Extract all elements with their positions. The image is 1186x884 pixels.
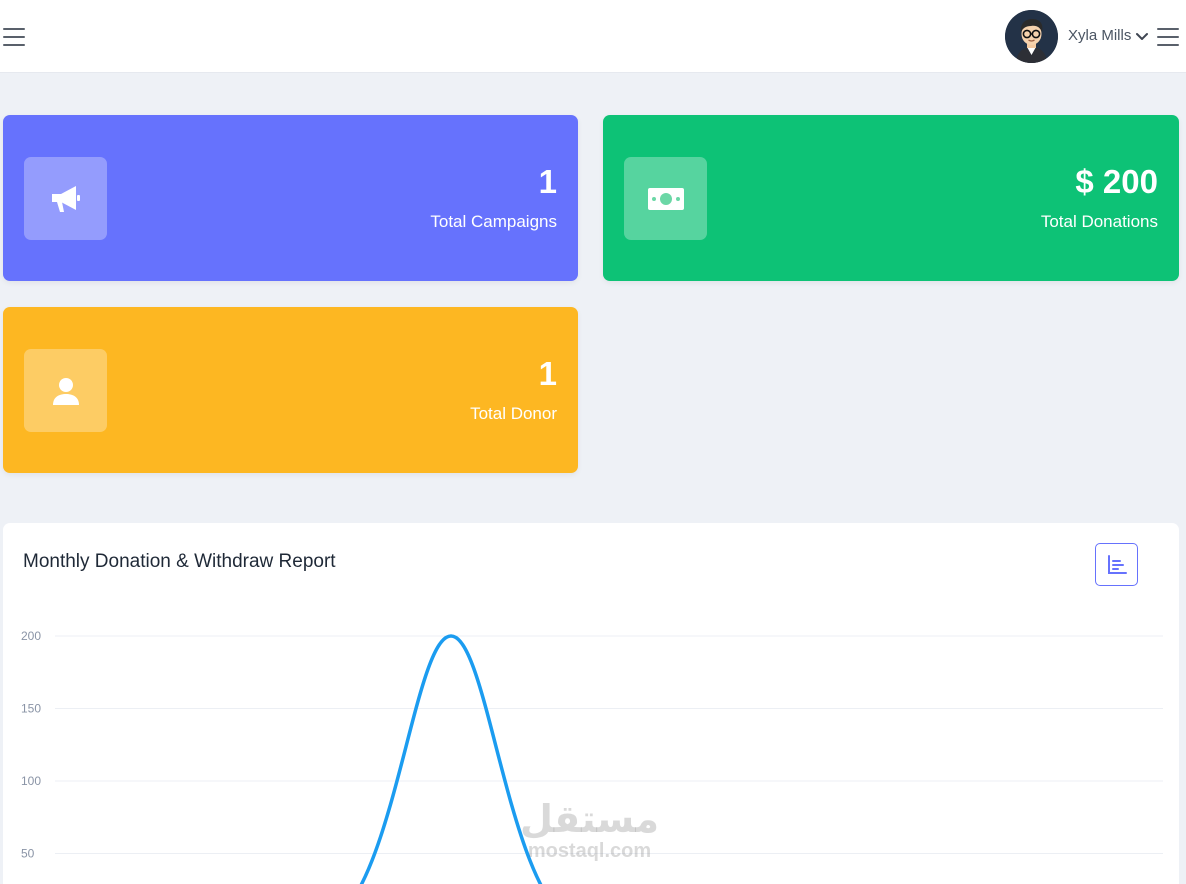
total-campaigns-value: 1 xyxy=(538,163,557,200)
user-name[interactable]: Xyla Mills xyxy=(1068,27,1131,44)
total-donor-label: Total Donor xyxy=(470,404,557,423)
watermark-latin: mostaql.com xyxy=(527,840,652,862)
stat-card-donations: $ 200 Total Donations xyxy=(603,115,1179,281)
stat-card-campaigns: 1 Total Campaigns xyxy=(3,115,578,281)
watermark: مستقل mostaql.com xyxy=(520,800,659,862)
y-tick-label: 50 xyxy=(21,847,35,861)
money-bill-icon xyxy=(647,187,684,210)
menu-toggle-left[interactable] xyxy=(3,28,25,46)
total-donations-value: $ 200 xyxy=(1075,163,1158,200)
user-icon xyxy=(52,377,79,405)
menu-toggle-right[interactable] xyxy=(1157,28,1179,46)
hamburger-icon-line xyxy=(1157,44,1179,46)
campaigns-icon-box xyxy=(24,157,107,240)
avatar[interactable] xyxy=(1005,10,1058,63)
hamburger-icon-line xyxy=(3,36,25,38)
chevron-down-icon[interactable] xyxy=(1135,29,1149,43)
hamburger-icon-line xyxy=(1157,36,1179,38)
avatar-illustration xyxy=(1005,10,1058,63)
donations-icon-box xyxy=(624,157,707,240)
total-donor-value: 1 xyxy=(538,355,557,392)
y-tick-label: 150 xyxy=(21,702,41,716)
top-navbar: Xyla Mills xyxy=(0,0,1186,73)
donor-icon-box xyxy=(24,349,107,432)
total-campaigns-label: Total Campaigns xyxy=(430,212,557,231)
megaphone-icon xyxy=(51,185,80,212)
y-tick-label: 100 xyxy=(21,774,41,788)
hamburger-icon-line xyxy=(3,28,25,30)
watermark-arabic: مستقل xyxy=(520,799,659,841)
stat-card-donor: 1 Total Donor xyxy=(3,307,578,473)
hamburger-icon-line xyxy=(1157,28,1179,30)
total-donations-label: Total Donations xyxy=(1040,212,1158,231)
y-tick-label: 200 xyxy=(21,629,41,643)
hamburger-icon-line xyxy=(3,44,25,46)
